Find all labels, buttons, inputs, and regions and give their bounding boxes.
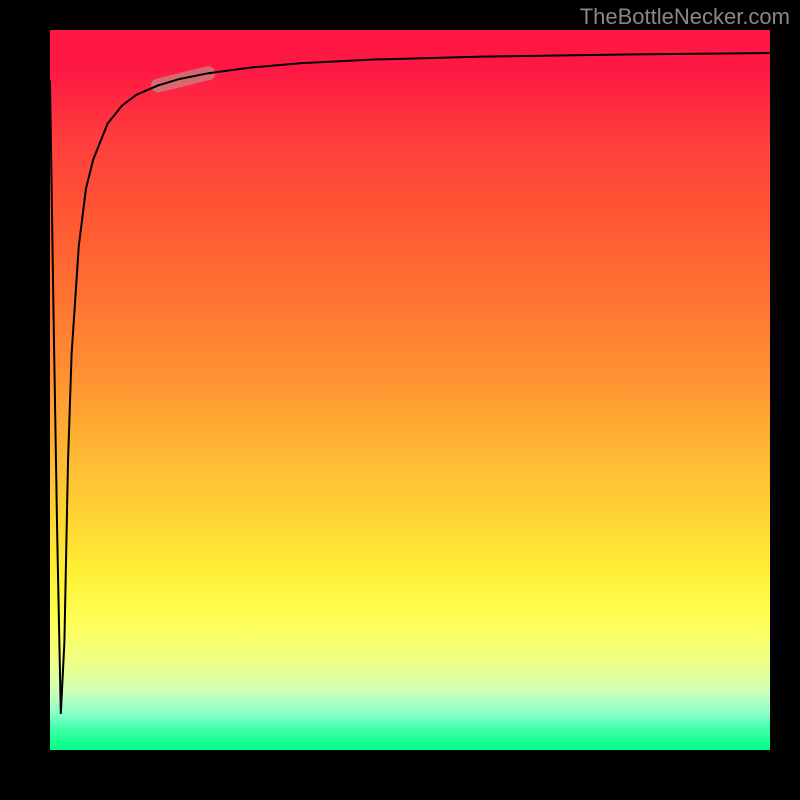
watermark-text: TheBottleNecker.com [580, 4, 790, 30]
plot-area [50, 30, 770, 750]
chart-svg [50, 30, 770, 750]
curve-line [50, 53, 770, 714]
